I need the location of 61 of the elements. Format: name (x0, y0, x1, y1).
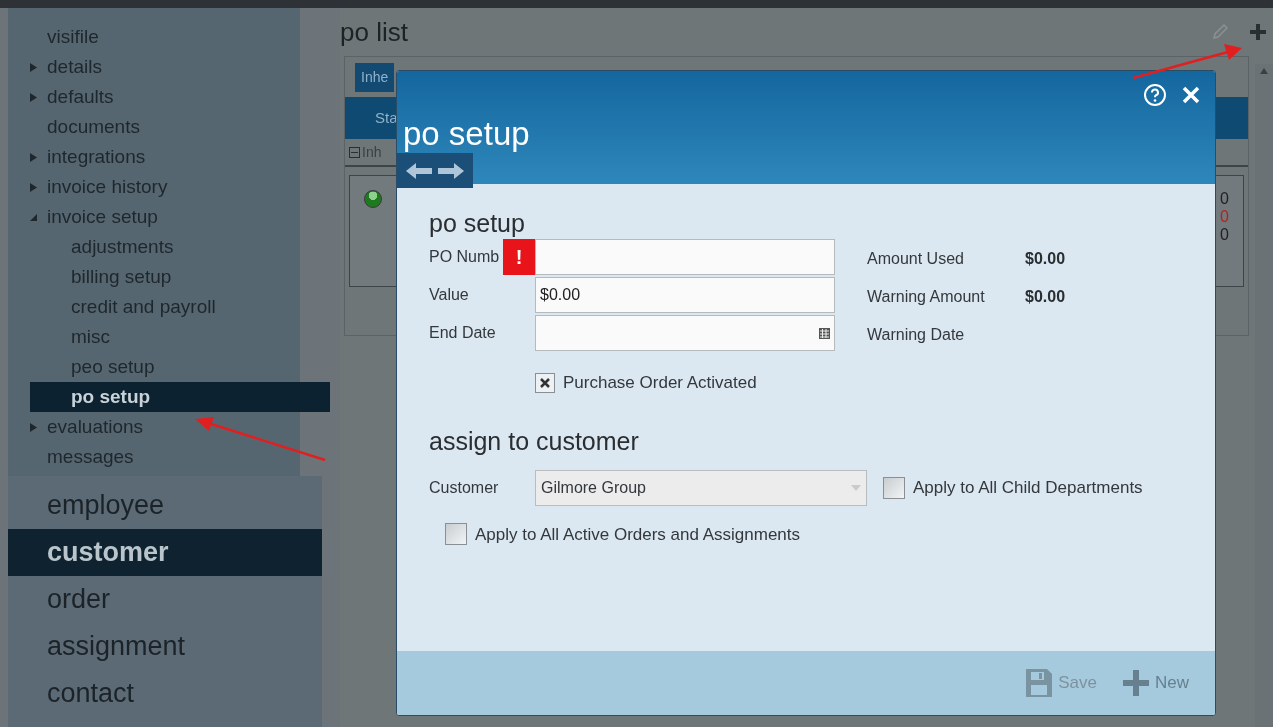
new-button[interactable]: New (1123, 670, 1189, 696)
tree-item[interactable]: billing setup (30, 262, 300, 292)
page-title: po list (340, 15, 408, 49)
field-label: Value (429, 285, 470, 305)
close-icon[interactable] (1181, 85, 1201, 105)
back-arrow-icon[interactable] (406, 161, 432, 180)
cell-value: 0 (1220, 226, 1229, 244)
filter-button[interactable]: Inhe (355, 62, 395, 92)
plus-icon[interactable] (1249, 23, 1267, 41)
dialog-title: po setup (403, 114, 530, 154)
module-tab[interactable]: employee (8, 482, 322, 529)
checkbox[interactable] (883, 476, 905, 499)
help-icon[interactable] (1143, 83, 1167, 107)
field-label: End Date (429, 323, 497, 343)
module-tab[interactable]: assignment (8, 623, 322, 670)
checkbox[interactable] (445, 523, 467, 546)
tree-item-selected[interactable]: po setup (30, 382, 330, 412)
cell-value: 0 (1220, 208, 1229, 226)
tree-item[interactable]: integrations (8, 142, 300, 172)
scroll-up-icon[interactable] (1260, 68, 1268, 74)
checkbox-label: Apply to All Active Orders and Assignments (475, 523, 801, 546)
caret-icon (851, 484, 861, 491)
tree-item[interactable]: messages (8, 442, 300, 472)
input-field[interactable] (535, 239, 835, 275)
error-marker: ! (503, 239, 535, 275)
cell-value: 0 (1220, 190, 1229, 208)
tree-item[interactable]: peo setup (30, 352, 300, 382)
forward-arrow-icon[interactable] (438, 161, 464, 180)
tree-item[interactable]: misc (30, 322, 300, 352)
collapse-icon[interactable] (349, 146, 360, 158)
calendar-icon[interactable] (819, 327, 830, 339)
field-label: Customer (429, 477, 500, 498)
info-value: $0.00 (1025, 249, 1066, 269)
column-header: Sta (375, 107, 398, 128)
tree-item[interactable]: evaluations (8, 412, 300, 442)
tree-item[interactable]: documents (8, 112, 300, 142)
module-tab[interactable]: customer (8, 529, 322, 576)
input-field[interactable]: $0.00 (535, 277, 835, 313)
info-label: Warning Date (867, 325, 966, 345)
tree-item[interactable]: invoice setup (8, 202, 300, 232)
plus-icon (1123, 670, 1149, 696)
tree-item[interactable]: invoice history (8, 172, 300, 202)
field-label: PO Numb (429, 247, 501, 267)
section-heading: po setup (429, 208, 526, 238)
tree-item[interactable]: credit and payroll (30, 292, 300, 322)
module-tab[interactable]: contact (8, 670, 322, 717)
checkbox-label: Apply to All Child Departments (913, 476, 1143, 499)
tree-item[interactable]: details (8, 52, 300, 82)
tree-item[interactable]: defaults (8, 82, 300, 112)
section-heading: assign to customer (429, 425, 640, 456)
checkbox-label: Purchase Order Activated (563, 372, 757, 394)
pencil-icon[interactable] (1211, 23, 1229, 41)
tree-item[interactable]: visifile (8, 22, 300, 52)
info-label: Amount Used (867, 249, 965, 269)
module-tab[interactable]: order (8, 576, 322, 623)
info-label: Warning Amount (867, 287, 986, 307)
info-value: $0.00 (1025, 287, 1066, 307)
checkbox[interactable] (535, 372, 555, 393)
tree-item[interactable]: adjustments (30, 232, 300, 262)
date-field[interactable] (535, 315, 835, 351)
cross-mark-icon (539, 376, 551, 389)
